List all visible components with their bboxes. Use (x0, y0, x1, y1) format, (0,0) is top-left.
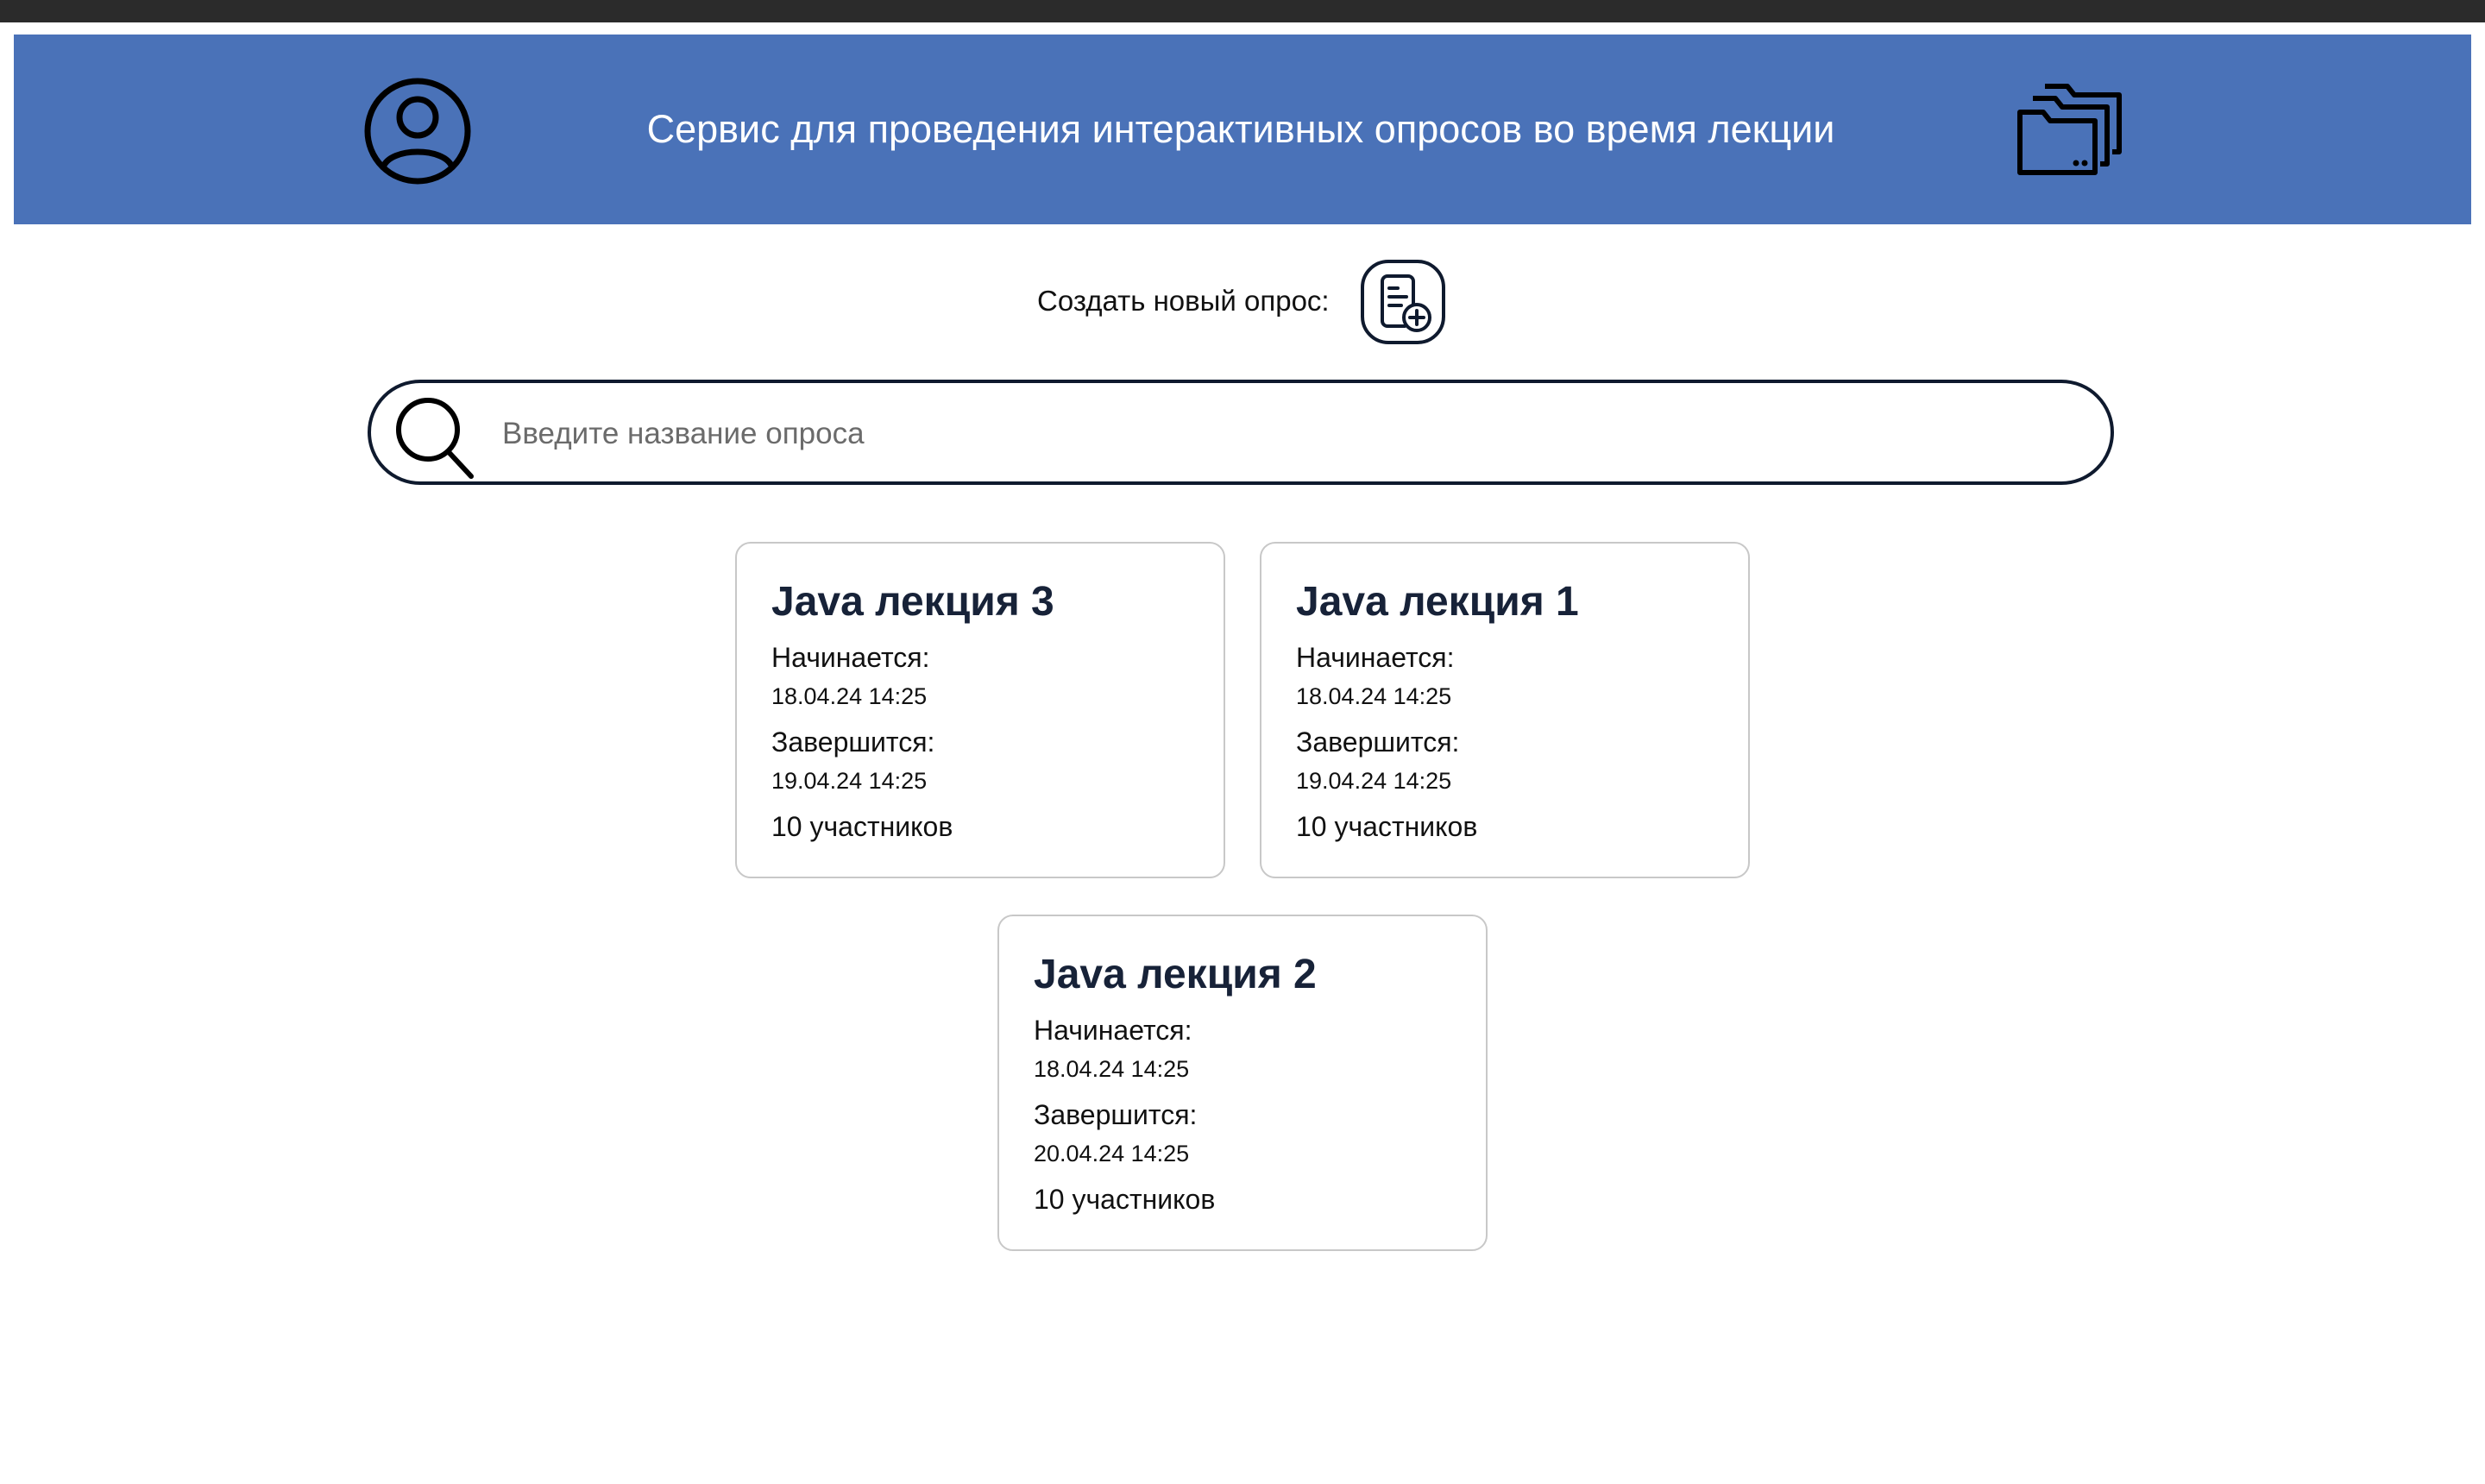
search-input[interactable] (500, 392, 2074, 476)
poll-participants: 10 участников (771, 811, 953, 842)
poll-end-label: Завершится: (1034, 1099, 1198, 1130)
poll-start-label: Начинается: (1034, 1015, 1192, 1046)
poll-end-date: 20.04.24 14:25 (1034, 1141, 1190, 1166)
poll-start-date: 18.04.24 14:25 (771, 683, 928, 709)
poll-title: Java лекция 2 (1034, 952, 1317, 997)
app-header: Сервис для проведения интерактивных опро… (14, 35, 2471, 224)
poll-card[interactable]: Java лекция 1 Начинается: 18.04.24 14:25… (1260, 542, 1750, 878)
poll-participants: 10 участников (1296, 811, 1478, 842)
poll-end-label: Завершится: (771, 726, 935, 758)
folders-icon (2017, 84, 2122, 175)
poll-title: Java лекция 1 (1296, 579, 1579, 625)
poll-end-date: 19.04.24 14:25 (771, 768, 928, 794)
poll-start-label: Начинается: (1296, 642, 1455, 673)
poll-card[interactable]: Java лекция 2 Начинается: 18.04.24 14:25… (997, 915, 1488, 1251)
folders-button[interactable] (2016, 79, 2126, 179)
poll-card[interactable]: Java лекция 3 Начинается: 18.04.24 14:25… (735, 542, 1225, 878)
poll-start-label: Начинается: (771, 642, 930, 673)
poll-end-date: 19.04.24 14:25 (1296, 768, 1452, 794)
search-bar (368, 380, 2114, 485)
poll-title: Java лекция 3 (771, 579, 1054, 625)
window-top-bar (0, 0, 2485, 22)
poll-end-label: Завершится: (1296, 726, 1460, 758)
poll-start-date: 18.04.24 14:25 (1034, 1056, 1190, 1082)
document-add-icon (1361, 260, 1445, 344)
poll-start-date: 18.04.24 14:25 (1296, 683, 1452, 709)
poll-participants: 10 участников (1034, 1184, 1216, 1215)
search-icon[interactable] (390, 392, 480, 481)
create-poll-button[interactable] (1360, 259, 1446, 345)
create-poll-label: Создать новый опрос: (1037, 285, 1330, 317)
create-poll-row: Создать новый опрос: (0, 255, 2485, 350)
